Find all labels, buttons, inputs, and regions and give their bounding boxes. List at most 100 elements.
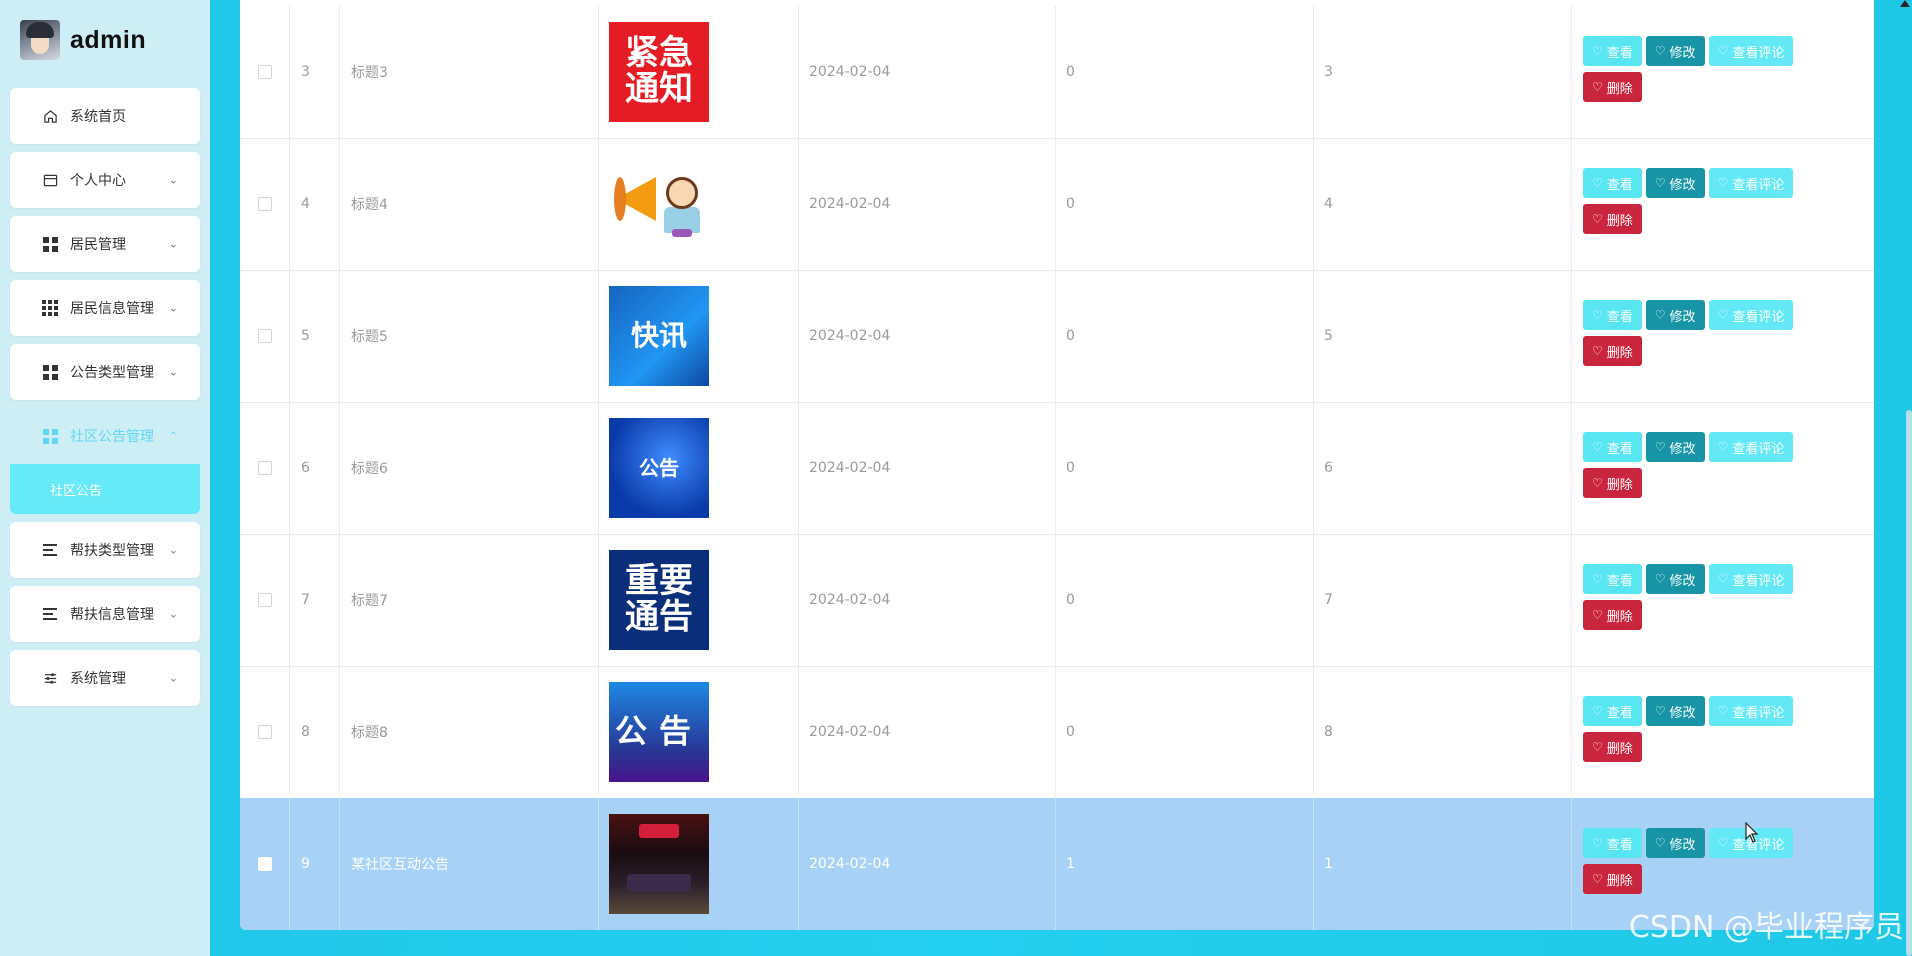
row-actions: ♡ 查看 ♡ 修改 ♡ 查看评论 ♡ 删除	[1572, 138, 1874, 270]
sidebar-item-home[interactable]: 系统首页	[10, 88, 200, 144]
chevron-down-icon: ⌄	[168, 365, 178, 379]
view-button[interactable]: ♡ 查看	[1583, 564, 1642, 594]
heart-icon: ♡	[1592, 476, 1603, 490]
notice-thumbnail[interactable]: 公告	[609, 418, 709, 518]
edit-button[interactable]: ♡ 修改	[1645, 432, 1705, 462]
row-value-a: 0	[1056, 534, 1314, 666]
row-title: 标题3	[340, 6, 599, 138]
edit-button[interactable]: ♡ 修改	[1645, 36, 1705, 66]
view-button[interactable]: ♡ 查看	[1583, 696, 1642, 726]
sidebar-item-resident-info[interactable]: 居民信息管理 ⌄	[10, 280, 200, 336]
table-row[interactable]: 3 标题3 紧急 通知 2024-02-04 0 3 ♡ 查看 ♡ 修改 ♡ 查看评论 …	[240, 6, 1874, 139]
view-button[interactable]: ♡ 查看	[1583, 300, 1642, 330]
table-row[interactable]: 4 标题4 2024-02-04 0 4 ♡ 查看 ♡ 修改 ♡ 查看评论 ♡ 删除	[240, 138, 1874, 271]
table-row[interactable]: 6 标题6 公告 2024-02-04 0 6 ♡ 查看 ♡ 修改 ♡ 查看评论 ♡ 删…	[240, 402, 1874, 535]
view-comments-button[interactable]: ♡ 查看评论	[1708, 564, 1794, 594]
scroll-up-arrow-icon[interactable]	[1900, 0, 1910, 7]
heart-icon: ♡	[1592, 872, 1603, 886]
sidebar-item-aid-types[interactable]: 帮扶类型管理 ⌄	[10, 522, 200, 578]
table-row[interactable]: 5 标题5 快讯 2024-02-04 0 5 ♡ 查看 ♡ 修改 ♡ 查看评论 ♡ 删…	[240, 270, 1874, 403]
row-title: 标题6	[340, 402, 599, 534]
notice-table: 3 标题3 紧急 通知 2024-02-04 0 3 ♡ 查看 ♡ 修改 ♡ 查看评论 …	[240, 0, 1874, 930]
row-index: 4	[290, 138, 340, 270]
watermark: CSDN @毕业程序员	[1628, 910, 1904, 945]
delete-button[interactable]: ♡ 删除	[1583, 600, 1642, 630]
sidebar-item-profile[interactable]: 个人中心 ⌄	[10, 152, 200, 208]
sidebar-item-system[interactable]: 系统管理 ⌄	[10, 650, 200, 706]
row-checkbox[interactable]	[257, 65, 272, 79]
row-checkbox[interactable]	[257, 857, 272, 871]
row-value-a: 0	[1056, 402, 1314, 534]
sidebar-item-notice-types[interactable]: 公告类型管理 ⌄	[10, 344, 200, 400]
notice-thumbnail[interactable]	[609, 814, 709, 914]
heart-icon: ♡	[1654, 572, 1666, 586]
heart-icon: ♡	[1592, 308, 1603, 322]
view-button[interactable]: ♡ 查看	[1583, 168, 1642, 198]
delete-button[interactable]: ♡ 删除	[1583, 72, 1642, 102]
row-actions: ♡ 查看 ♡ 修改 ♡ 查看评论 ♡ 删除	[1572, 6, 1874, 138]
row-value-b: 8	[1314, 666, 1572, 798]
sidebar-item-label: 帮扶类型管理	[70, 543, 154, 559]
row-index: 9	[290, 798, 340, 930]
delete-button[interactable]: ♡ 删除	[1583, 336, 1642, 366]
notice-thumbnail[interactable]: 紧急 通知	[609, 22, 709, 122]
delete-button-label: 删除	[1606, 873, 1633, 889]
view-button[interactable]: ♡ 查看	[1583, 36, 1642, 66]
sidebar-item-label: 系统首页	[70, 109, 126, 125]
delete-button[interactable]: ♡ 删除	[1583, 864, 1642, 894]
view-comments-button[interactable]: ♡ 查看评论	[1708, 432, 1794, 462]
table-row[interactable]: 8 标题8 公告 2024-02-04 0 8 ♡ 查看 ♡ 修改 ♡ 查看评论 ♡ 删…	[240, 666, 1874, 799]
view-comments-button[interactable]: ♡ 查看评论	[1708, 300, 1794, 330]
edit-button[interactable]: ♡ 修改	[1645, 696, 1705, 726]
row-image-cell	[599, 138, 799, 270]
heart-icon: ♡	[1592, 704, 1603, 718]
row-checkbox[interactable]	[257, 329, 272, 343]
chevron-down-icon: ⌄	[168, 301, 178, 315]
table-row[interactable]: 7 标题7 重要 通告 2024-02-04 0 7 ♡ 查看 ♡ 修改 ♡ 查看评论 …	[240, 534, 1874, 667]
edit-button[interactable]: ♡ 修改	[1645, 564, 1705, 594]
row-actions: ♡ 查看 ♡ 修改 ♡ 查看评论 ♡ 删除	[1572, 534, 1874, 666]
view-button-label: 查看	[1606, 837, 1633, 853]
edit-button-label: 修改	[1669, 177, 1696, 193]
heart-icon: ♡	[1654, 836, 1666, 850]
view-comments-button[interactable]: ♡ 查看评论	[1708, 168, 1794, 198]
notice-thumbnail[interactable]: 公告	[609, 682, 709, 782]
row-checkbox[interactable]	[257, 197, 272, 211]
row-checkbox[interactable]	[257, 725, 272, 739]
home-icon	[42, 108, 58, 124]
sidebar-item-community-notices[interactable]: 社区公告管理 ⌃	[10, 408, 200, 464]
sidebar-item-aid-info[interactable]: 帮扶信息管理 ⌄	[10, 586, 200, 642]
submenu-item-community-notice[interactable]: 社区公告	[10, 464, 200, 514]
sidebar-item-label: 个人中心	[70, 173, 126, 189]
view-comments-button[interactable]: ♡ 查看评论	[1708, 36, 1794, 66]
edit-button-label: 修改	[1669, 705, 1696, 721]
avatar[interactable]	[20, 20, 60, 60]
heart-icon: ♡	[1654, 440, 1666, 454]
edit-button-label: 修改	[1669, 45, 1696, 61]
page-scrollbar[interactable]	[1906, 410, 1912, 956]
heart-icon: ♡	[1592, 344, 1603, 358]
edit-button[interactable]: ♡ 修改	[1645, 828, 1705, 858]
row-actions: ♡ 查看 ♡ 修改 ♡ 查看评论 ♡ 删除	[1572, 402, 1874, 534]
view-comments-button-label: 查看评论	[1732, 573, 1785, 589]
thumbnail-text: 公告	[614, 712, 703, 751]
view-button[interactable]: ♡ 查看	[1583, 432, 1642, 462]
edit-button[interactable]: ♡ 修改	[1645, 168, 1705, 198]
delete-button[interactable]: ♡ 删除	[1583, 468, 1642, 498]
heart-icon: ♡	[1592, 212, 1603, 226]
notice-thumbnail[interactable]	[609, 154, 709, 254]
view-comments-button[interactable]: ♡ 查看评论	[1708, 696, 1794, 726]
row-checkbox[interactable]	[257, 593, 272, 607]
row-checkbox[interactable]	[257, 461, 272, 475]
edit-button[interactable]: ♡ 修改	[1645, 300, 1705, 330]
notice-thumbnail[interactable]: 快讯	[609, 286, 709, 386]
heart-icon: ♡	[1717, 704, 1729, 718]
row-date: 2024-02-04	[799, 6, 1056, 138]
notice-thumbnail[interactable]: 重要 通告	[609, 550, 709, 650]
view-button[interactable]: ♡ 查看	[1583, 828, 1642, 858]
delete-button[interactable]: ♡ 删除	[1583, 204, 1642, 234]
view-comments-button-label: 查看评论	[1732, 45, 1785, 61]
delete-button[interactable]: ♡ 删除	[1583, 732, 1642, 762]
sidebar-item-residents[interactable]: 居民管理 ⌄	[10, 216, 200, 272]
submenu-item-label: 社区公告	[50, 483, 103, 499]
